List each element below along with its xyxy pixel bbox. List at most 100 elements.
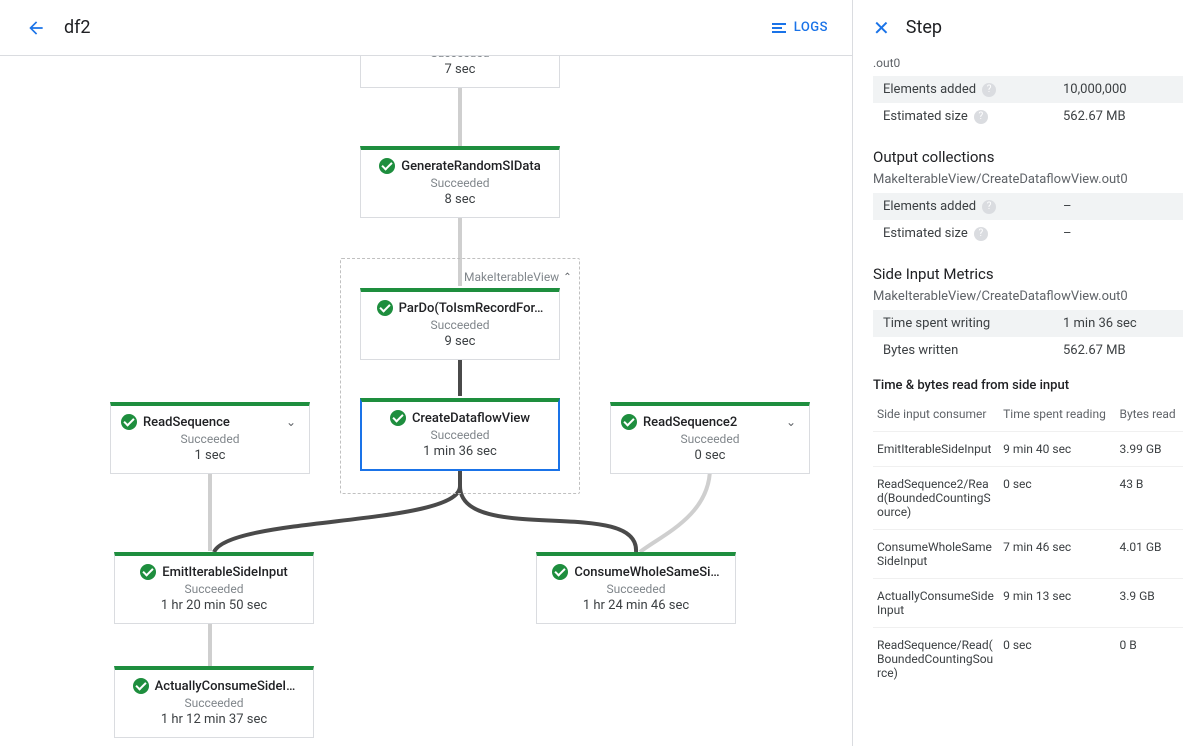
cell-bytes: 3.9 GB	[1115, 579, 1183, 628]
metric-row: Elements added? 10,000,000	[873, 76, 1183, 103]
panel-title: Step	[906, 17, 942, 38]
node-time: 1 hr 12 min 37 sec	[121, 712, 307, 727]
check-icon	[377, 300, 393, 316]
cell-consumer: ReadSequence2/Read(BoundedCountingSource…	[873, 467, 999, 530]
step-node-actually-consume[interactable]: ActuallyConsumeSideI… Succeeded 1 hr 12 …	[114, 666, 314, 738]
header: df2 LOGS	[0, 0, 852, 56]
node-title: CreateDataflowView	[412, 411, 530, 426]
node-time: 8 sec	[367, 192, 553, 207]
cell-time: 0 sec	[999, 467, 1115, 530]
check-icon	[552, 564, 568, 580]
collection-name: MakeIterableView/CreateDataflowView.out0	[873, 172, 1183, 187]
table-title: Time & bytes read from side input	[873, 378, 1183, 393]
group-label[interactable]: MakeIterableView ⌃	[464, 270, 572, 284]
cell-time: 0 sec	[999, 628, 1115, 691]
chevron-down-icon[interactable]: ⌄	[283, 415, 299, 429]
node-time: 1 hr 24 min 46 sec	[543, 598, 729, 613]
metric-key: Elements added	[883, 82, 976, 97]
node-time: 1 min 36 sec	[368, 444, 552, 459]
metric-key: Elements added	[883, 199, 976, 214]
check-icon	[379, 158, 395, 174]
cell-consumer: EmitIterableSideInput	[873, 432, 999, 467]
node-title: EmitIterableSideInput	[162, 565, 288, 580]
section-heading: Side Input Metrics	[873, 265, 1183, 283]
group-name: MakeIterableView	[464, 270, 559, 284]
node-time: 1 hr 20 min 50 sec	[121, 598, 307, 613]
check-icon	[121, 414, 137, 430]
metric-key: Estimated size	[883, 226, 968, 241]
logs-icon	[772, 23, 788, 33]
cell-bytes: 0 B	[1115, 628, 1183, 691]
cell-time: 9 min 13 sec	[999, 579, 1115, 628]
metric-row: Estimated size? –	[873, 220, 1183, 247]
metric-row: Time spent writing 1 min 36 sec	[873, 310, 1183, 337]
metric-key: Bytes written	[883, 343, 958, 358]
metric-value: 1 min 36 sec	[1063, 316, 1173, 331]
node-status: Succeeded	[117, 432, 303, 446]
node-title: ConsumeWholeSameSi…	[574, 565, 719, 580]
node-title: GenerateRandomSIData	[401, 159, 541, 174]
step-node[interactable]: Succeeded 7 sec	[360, 56, 560, 88]
help-icon[interactable]: ?	[974, 110, 988, 124]
metric-row: Estimated size? 562.67 MB	[873, 103, 1183, 130]
metric-key: Estimated size	[883, 109, 968, 124]
node-status: Succeeded	[121, 582, 307, 596]
step-node-emit-iterable[interactable]: EmitIterableSideInput Succeeded 1 hr 20 …	[114, 552, 314, 624]
node-status: Succeeded	[617, 432, 803, 446]
chevron-down-icon[interactable]: ⌄	[783, 415, 799, 429]
metric-value: 562.67 MB	[1063, 109, 1173, 124]
node-time: 9 sec	[367, 334, 553, 349]
th-consumer: Side input consumer	[873, 401, 999, 432]
back-arrow-icon[interactable]	[24, 16, 48, 40]
collection-name-fragment: .out0	[873, 56, 1183, 70]
node-title: ReadSequence	[143, 415, 230, 430]
node-time: 7 sec	[367, 62, 553, 77]
check-icon	[621, 414, 637, 430]
cell-consumer: ConsumeWholeSameSideInput	[873, 530, 999, 579]
help-icon[interactable]: ?	[982, 83, 996, 97]
step-node-consume-whole[interactable]: ConsumeWholeSameSi… Succeeded 1 hr 24 mi…	[536, 552, 736, 624]
cell-bytes: 4.01 GB	[1115, 530, 1183, 579]
collection-name: MakeIterableView/CreateDataflowView.out0	[873, 289, 1183, 304]
th-bytes: Bytes read	[1115, 401, 1183, 432]
th-time: Time spent reading	[999, 401, 1115, 432]
logs-button[interactable]: LOGS	[772, 20, 828, 35]
step-node-readsequence2[interactable]: ReadSequence2⌄ Succeeded 0 sec	[610, 402, 810, 474]
node-status: Succeeded	[121, 696, 307, 710]
cell-consumer: ActuallyConsumeSideInput	[873, 579, 999, 628]
node-status: Succeeded	[367, 176, 553, 190]
metric-value: 10,000,000	[1063, 82, 1173, 97]
help-icon[interactable]: ?	[974, 227, 988, 241]
cell-consumer: ReadSequence/Read(BoundedCountingSource)	[873, 628, 999, 691]
step-node-create-dataflow-view[interactable]: CreateDataflowView Succeeded 1 min 36 se…	[360, 398, 560, 471]
help-icon[interactable]: ?	[982, 200, 996, 214]
check-icon	[140, 564, 156, 580]
node-time: 1 sec	[117, 448, 303, 463]
metric-value: –	[1063, 226, 1173, 241]
step-node-readsequence[interactable]: ReadSequence ⌄ Succeeded 1 sec	[110, 402, 310, 474]
close-icon[interactable]: ✕	[873, 18, 890, 38]
table-row: ConsumeWholeSameSideInput 7 min 46 sec 4…	[873, 530, 1183, 579]
node-title: ParDo(ToIsmRecordFor…	[399, 301, 544, 316]
check-icon	[390, 410, 406, 426]
node-status: Succeeded	[368, 428, 552, 442]
page-title: df2	[64, 17, 91, 38]
table-row: ReadSequence/Read(BoundedCountingSource)…	[873, 628, 1183, 691]
step-node-generate-random[interactable]: GenerateRandomSIData Succeeded 8 sec	[360, 146, 560, 218]
node-title: ActuallyConsumeSideI…	[155, 679, 296, 694]
metric-key: Time spent writing	[883, 316, 990, 331]
table-row: EmitIterableSideInput 9 min 40 sec 3.99 …	[873, 432, 1183, 467]
metric-value: 562.67 MB	[1063, 343, 1173, 358]
step-details-panel: ✕ Step .out0 Elements added? 10,000,000 …	[853, 0, 1203, 746]
step-node-pardo[interactable]: ParDo(ToIsmRecordFor… Succeeded 9 sec	[360, 288, 560, 360]
section-heading: Output collections	[873, 148, 1183, 166]
check-icon	[133, 678, 149, 694]
metric-row: Elements added? –	[873, 193, 1183, 220]
table-row: ReadSequence2/Read(BoundedCountingSource…	[873, 467, 1183, 530]
node-status: Succeeded	[367, 56, 553, 60]
logs-label: LOGS	[794, 20, 828, 35]
table-row: ActuallyConsumeSideInput 9 min 13 sec 3.…	[873, 579, 1183, 628]
cell-time: 7 min 46 sec	[999, 530, 1115, 579]
side-input-read-table: Side input consumer Time spent reading B…	[873, 401, 1183, 690]
pipeline-canvas[interactable]: Succeeded 7 sec GenerateRandomSIData Suc…	[0, 56, 852, 746]
